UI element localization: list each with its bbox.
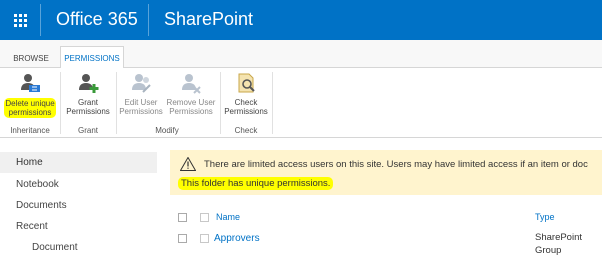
- suite-bar: Office 365 SharePoint: [0, 0, 602, 40]
- ribbon-tab-bar: BROWSE PERMISSIONS: [0, 40, 602, 69]
- group-divider: [220, 72, 221, 134]
- sharepoint-link[interactable]: SharePoint: [164, 9, 253, 30]
- delete-unique-label-line1: Delete unique: [5, 99, 55, 108]
- column-header-name[interactable]: Name: [216, 212, 240, 222]
- delete-permissions-icon: [18, 72, 42, 96]
- unique-permissions-message: This folder has unique permissions.: [178, 177, 334, 190]
- tab-permissions[interactable]: PERMISSIONS: [60, 46, 124, 69]
- group-label-grant: Grant: [77, 126, 98, 135]
- approvers-link[interactable]: Approvers: [214, 233, 260, 244]
- suite-divider: [40, 4, 41, 36]
- check-permissions-icon: [234, 72, 258, 96]
- check-label-line1: Check: [234, 98, 258, 107]
- row-type-line1: SharePoint: [535, 232, 583, 243]
- grant-label-line1: Grant: [77, 98, 98, 107]
- group-divider: [60, 72, 61, 134]
- limited-access-message: There are limited access users on this s…: [204, 159, 588, 170]
- group-label-check: Check: [234, 126, 258, 135]
- group-label-modify: Modify: [155, 126, 179, 135]
- ribbon-body: Delete unique permissions Inheritance Gr…: [0, 68, 602, 138]
- nav-item-home[interactable]: Home: [16, 157, 43, 168]
- waffle-icon: [13, 13, 27, 27]
- remove-user-label-line2: Permissions: [169, 107, 213, 116]
- grant-permissions-button[interactable]: Grant Permissions: [62, 72, 114, 116]
- delete-unique-permissions-button[interactable]: Delete unique permissions: [2, 72, 58, 118]
- check-label-line2: Permissions: [224, 107, 268, 116]
- app-launcher-button[interactable]: [0, 0, 40, 40]
- row-type-line2: Group: [535, 245, 562, 256]
- suite-divider: [148, 4, 149, 36]
- column-header-type[interactable]: Type: [535, 212, 555, 222]
- tab-browse[interactable]: BROWSE: [6, 47, 56, 68]
- row-select-checkbox[interactable]: [178, 234, 187, 243]
- warning-icon: [179, 156, 197, 171]
- nav-item-recent[interactable]: Recent: [16, 221, 48, 232]
- check-permissions-button[interactable]: Check Permissions: [222, 72, 270, 116]
- grant-label-line2: Permissions: [66, 107, 110, 116]
- limited-access-banner: There are limited access users on this s…: [170, 150, 602, 195]
- remove-user-icon: [179, 72, 203, 96]
- edit-user-label-line2: Permissions: [119, 107, 163, 116]
- delete-unique-label-line2: permissions: [8, 108, 52, 117]
- header-item-checkbox[interactable]: [200, 213, 209, 222]
- row-item-checkbox[interactable]: [200, 234, 209, 243]
- select-all-checkbox[interactable]: [178, 213, 187, 222]
- edit-user-permissions-button[interactable]: Edit User Permissions: [117, 72, 165, 116]
- remove-user-label-line1: Remove User: [166, 98, 216, 107]
- edit-user-icon: [129, 72, 153, 96]
- office-365-link[interactable]: Office 365: [56, 9, 138, 30]
- nav-item-documents[interactable]: Documents: [16, 200, 67, 211]
- group-divider: [272, 72, 273, 134]
- group-label-inheritance: Inheritance: [10, 126, 50, 135]
- grant-permissions-icon: [76, 72, 100, 96]
- remove-user-permissions-button[interactable]: Remove User Permissions: [166, 72, 216, 116]
- nav-item-recent-document[interactable]: Document: [32, 242, 78, 253]
- edit-user-label-line1: Edit User: [124, 98, 158, 107]
- row-type-cell: SharePoint Group: [535, 231, 601, 257]
- nav-item-notebook[interactable]: Notebook: [16, 179, 59, 190]
